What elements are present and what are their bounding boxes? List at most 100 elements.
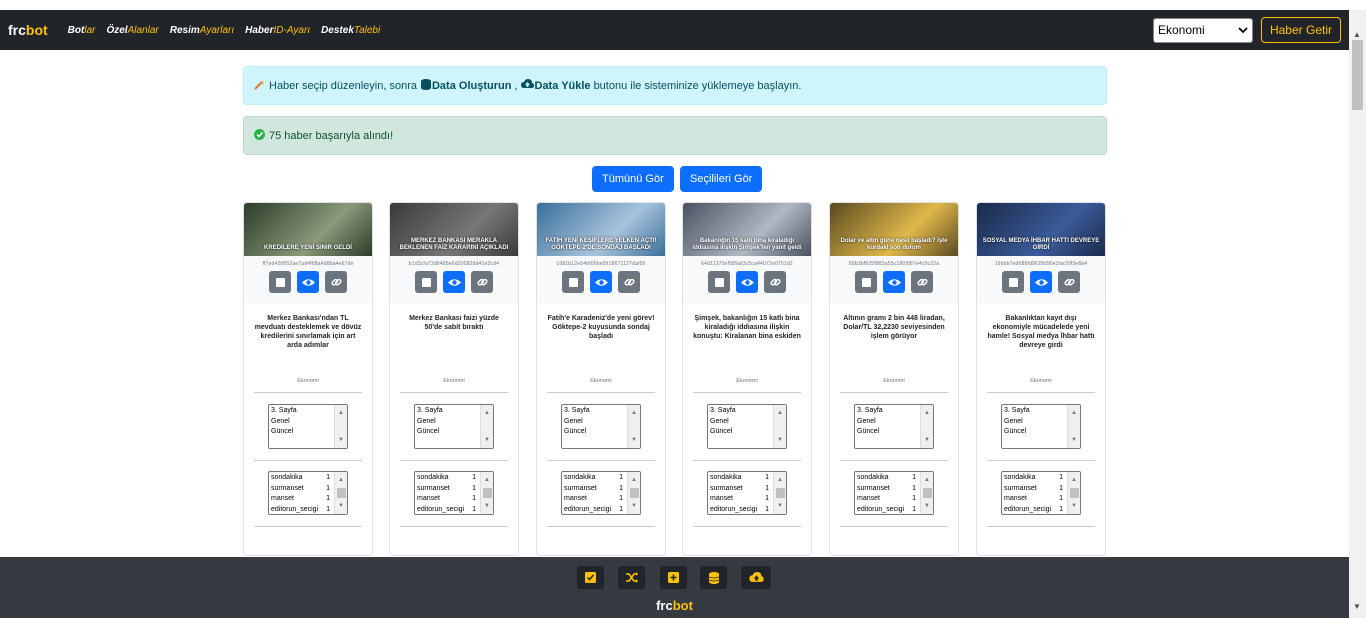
brand-logo[interactable]: frcbot — [8, 22, 48, 38]
scroll-up-icon[interactable]: ▲ — [631, 475, 637, 486]
pages-listbox[interactable]: 3. Sayfa Genel Güncel ▲ ▼ — [1001, 404, 1081, 449]
tags-listbox[interactable]: sondakika 1 surmanset 1 manset 1 editorun_seci… — [414, 471, 494, 515]
scroll-down-icon[interactable]: ▼ — [631, 435, 637, 446]
pages-listbox[interactable]: 3. Sayfa Genel Güncel ▲ ▼ — [414, 404, 494, 449]
category-select[interactable]: Ekonomi — [1152, 17, 1253, 43]
scroll-up-icon[interactable]: ▲ — [924, 475, 930, 486]
select-checkbox[interactable] — [562, 271, 584, 293]
tags-listbox[interactable]: sondakika 1 surmanset 1 manset 1 editorun_seci… — [854, 471, 934, 515]
tags-listbox[interactable]: sondakika 1 surmanset 1 manset 1 editorun_seci… — [707, 471, 787, 515]
scroll-thumb[interactable] — [337, 488, 346, 498]
listbox-scrollbar[interactable]: ▲ ▼ — [480, 405, 493, 448]
preview-button[interactable] — [883, 271, 905, 293]
scroll-down-icon[interactable]: ▼ — [484, 501, 490, 512]
news-card: MERKEZ BANKASI MERAKLA BEKLENEN FAİZ KAR… — [389, 202, 519, 556]
listbox-scrollbar[interactable]: ▲ ▼ — [334, 405, 347, 448]
listbox-scrollbar[interactable]: ▲ ▼ — [334, 472, 347, 514]
pages-listbox[interactable]: 3. Sayfa Genel Güncel ▲ ▼ — [707, 404, 787, 449]
tag-name: surmanset — [564, 484, 597, 492]
tags-listbox[interactable]: sondakika 1 surmanset 1 manset 1 editorun_seci… — [1001, 471, 1081, 515]
nav-link-resim-ayarlari[interactable]: ResimAyarları — [170, 25, 234, 36]
listbox-scrollbar[interactable]: ▲ ▼ — [920, 405, 933, 448]
link-button[interactable] — [471, 271, 493, 293]
check-circle-icon — [254, 128, 265, 143]
listbox-scrollbar[interactable]: ▲ ▼ — [1067, 405, 1080, 448]
listbox-scrollbar[interactable]: ▲ ▼ — [773, 472, 786, 514]
preview-button[interactable] — [590, 271, 612, 293]
link-button[interactable] — [325, 271, 347, 293]
view-selected-button[interactable]: Seçilileri Gör — [680, 166, 763, 192]
link-button[interactable] — [911, 271, 933, 293]
scroll-down-icon[interactable]: ▼ — [338, 501, 344, 512]
listbox-scrollbar[interactable]: ▲ ▼ — [627, 405, 640, 448]
nav-link-botlar[interactable]: Botlar — [68, 25, 96, 36]
preview-button[interactable] — [297, 271, 319, 293]
tags-listbox[interactable]: sondakika 1 surmanset 1 manset 1 editorun_seci… — [561, 471, 641, 515]
scroll-thumb[interactable] — [1070, 488, 1079, 498]
scroll-up-icon[interactable]: ▲ — [1353, 30, 1361, 39]
select-checkbox[interactable] — [855, 271, 877, 293]
pages-listbox[interactable]: 3. Sayfa Genel Güncel ▲ ▼ — [561, 404, 641, 449]
scroll-thumb[interactable] — [1352, 40, 1363, 110]
scroll-thumb[interactable] — [483, 488, 492, 498]
scroll-up-icon[interactable]: ▲ — [1071, 475, 1077, 486]
shuffle-button[interactable] — [618, 566, 645, 589]
scroll-down-icon[interactable]: ▼ — [777, 435, 783, 446]
scroll-down-icon[interactable]: ▼ — [484, 435, 490, 446]
scroll-thumb[interactable] — [923, 488, 932, 498]
scroll-thumb[interactable] — [776, 488, 785, 498]
listbox-scrollbar[interactable]: ▲ ▼ — [773, 405, 786, 448]
tags-listbox[interactable]: sondakika 1 surmanset 1 manset 1 editorun_seci… — [268, 471, 348, 515]
scroll-up-icon[interactable]: ▲ — [924, 408, 930, 419]
preview-button[interactable] — [736, 271, 758, 293]
divider — [693, 460, 801, 461]
nav-link-haber-id-ayari[interactable]: HaberID-Ayarı — [245, 25, 310, 36]
select-checkbox[interactable] — [708, 271, 730, 293]
scroll-up-icon[interactable]: ▲ — [338, 408, 344, 419]
fetch-news-button[interactable]: Haber Getir — [1260, 17, 1341, 43]
scroll-down-icon[interactable]: ▼ — [1071, 435, 1077, 446]
listbox-scrollbar[interactable]: ▲ ▼ — [1067, 472, 1080, 514]
select-checkbox[interactable] — [1002, 271, 1024, 293]
create-data-button[interactable] — [700, 566, 727, 589]
preview-button[interactable] — [1030, 271, 1052, 293]
page-scrollbar[interactable]: ▲ ▼ — [1349, 10, 1366, 618]
nav-link-destek-talebi[interactable]: DestekTalebi — [321, 25, 380, 36]
upload-data-button[interactable] — [741, 566, 771, 589]
scroll-up-icon[interactable]: ▲ — [484, 475, 490, 486]
listbox-scrollbar[interactable]: ▲ ▼ — [627, 472, 640, 514]
scroll-up-icon[interactable]: ▲ — [631, 408, 637, 419]
scroll-down-icon[interactable]: ▼ — [1353, 602, 1361, 611]
check-square-icon — [585, 572, 596, 583]
tag-count: 1 — [765, 484, 769, 492]
pages-listbox[interactable]: 3. Sayfa Genel Güncel ▲ ▼ — [268, 404, 348, 449]
scroll-up-icon[interactable]: ▲ — [777, 408, 783, 419]
view-all-button[interactable]: Tümünü Gör — [592, 166, 674, 192]
link-button[interactable] — [764, 271, 786, 293]
link-button[interactable] — [618, 271, 640, 293]
scroll-down-icon[interactable]: ▼ — [338, 435, 344, 446]
select-checkbox[interactable] — [269, 271, 291, 293]
nav-link-text: Talebi — [353, 24, 381, 36]
scroll-down-icon[interactable]: ▼ — [924, 501, 930, 512]
select-all-button[interactable] — [577, 566, 604, 589]
add-button[interactable] — [660, 566, 687, 589]
scroll-thumb[interactable] — [630, 488, 639, 498]
select-checkbox[interactable] — [415, 271, 437, 293]
scroll-down-icon[interactable]: ▼ — [777, 501, 783, 512]
scroll-up-icon[interactable]: ▲ — [338, 475, 344, 486]
nav-link-ozel-alanlar[interactable]: ÖzelAlanlar — [106, 25, 158, 36]
scroll-up-icon[interactable]: ▲ — [484, 408, 490, 419]
scroll-down-icon[interactable]: ▼ — [924, 435, 930, 446]
preview-button[interactable] — [443, 271, 465, 293]
scroll-down-icon[interactable]: ▼ — [1071, 501, 1077, 512]
link-button[interactable] — [1058, 271, 1080, 293]
listbox-scrollbar[interactable]: ▲ ▼ — [480, 472, 493, 514]
pages-listbox[interactable]: 3. Sayfa Genel Güncel ▲ ▼ — [854, 404, 934, 449]
news-hash: 82b3bf925f883a55c1809f87e4c5c22a — [848, 261, 940, 267]
scroll-up-icon[interactable]: ▲ — [777, 475, 783, 486]
scroll-down-icon[interactable]: ▼ — [631, 501, 637, 512]
listbox-scrollbar[interactable]: ▲ ▼ — [920, 472, 933, 514]
tag-count: 1 — [912, 484, 916, 492]
scroll-up-icon[interactable]: ▲ — [1071, 408, 1077, 419]
